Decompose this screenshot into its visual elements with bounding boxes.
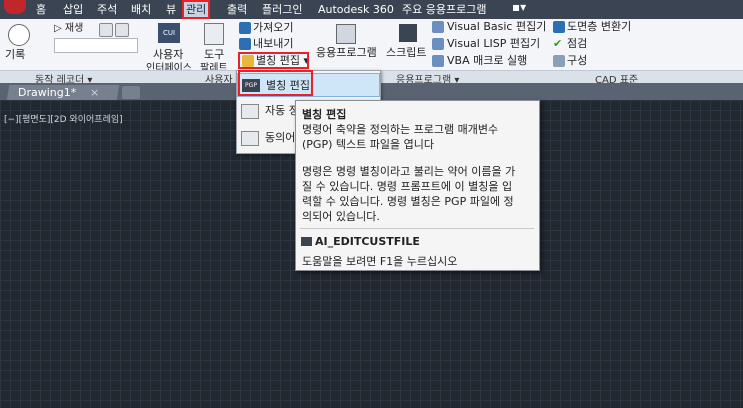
menu-autodesk360[interactable]: Autodesk 360: [318, 2, 394, 17]
command-icon: [301, 237, 312, 246]
tool-palette-button[interactable]: 도구: [204, 48, 224, 62]
tooltip-title: 별칭 편집: [302, 108, 347, 121]
user-interface-button[interactable]: 사용자: [153, 48, 183, 62]
menu-layout[interactable]: 배치: [131, 2, 151, 17]
tooltip-desc-line: 명령어 축약을 정의하는 프로그램 매개변수: [302, 123, 499, 136]
configure-button[interactable]: 구성: [567, 54, 587, 68]
tooltip-help: 도움말을 보려면 F1을 누르십시오: [302, 255, 458, 268]
visual-basic-editor-button[interactable]: Visual Basic 편집기: [447, 20, 546, 34]
alias-edit-highlight: [238, 52, 309, 69]
run-script-button[interactable]: 스크립트: [386, 46, 426, 60]
auto-correct-icon: [241, 104, 259, 119]
visual-lisp-icon: [432, 38, 444, 50]
menu-more-icon[interactable]: ▪▾: [512, 0, 526, 15]
menu-output[interactable]: 출력: [227, 2, 247, 17]
visual-basic-icon: [432, 21, 444, 33]
vba-macro-button[interactable]: VBA 매크로 실행: [447, 54, 527, 68]
tooltip-body-line: 력할 수 있습니다. 명령 별칭은 PGP 파일에 정: [302, 195, 514, 208]
tooltip: 별칭 편집 명령어 축약을 정의하는 프로그램 매개변수 (PGP) 텍스트 파…: [295, 100, 540, 271]
export-button[interactable]: 내보내기: [253, 37, 293, 51]
run-script-icon[interactable]: [399, 24, 417, 42]
menu-home[interactable]: 홈: [36, 2, 46, 17]
import-icon: [239, 22, 251, 34]
play-button[interactable]: ▷ 재생: [54, 22, 83, 36]
viewport-controls[interactable]: [−][평면도][2D 와이어프레임]: [4, 112, 123, 125]
tooltip-body-line: 질 수 있습니다. 명령 프롬프트에 이 별칭을 입: [302, 180, 513, 193]
menu-insert[interactable]: 삽입: [63, 2, 83, 17]
menu-featured-apps[interactable]: 주요 응용프로그램: [402, 2, 486, 17]
file-tab-drawing1[interactable]: Drawing1* ×: [6, 85, 120, 100]
export-icon: [239, 38, 251, 50]
record-icon[interactable]: [8, 24, 30, 46]
tooltip-command: AI_EDITCUSTFILE: [315, 235, 420, 248]
load-application-icon[interactable]: [336, 24, 356, 44]
menu-plugins[interactable]: 플러그인: [262, 2, 302, 17]
tooltip-desc-line: (PGP) 텍스트 파일을 엽니다: [302, 138, 434, 151]
macro-select[interactable]: [54, 38, 138, 53]
vba-icon: [432, 55, 444, 67]
new-tab-button[interactable]: [122, 86, 140, 99]
menu-view[interactable]: 뷰: [166, 2, 176, 17]
import-button[interactable]: 가져오기: [253, 21, 293, 35]
layer-translator-icon: [553, 21, 565, 33]
visual-lisp-editor-button[interactable]: Visual LISP 편집기: [447, 37, 540, 51]
close-icon[interactable]: ×: [90, 85, 99, 100]
menu-manage[interactable]: 관리: [181, 0, 211, 19]
application-menu-button[interactable]: [4, 0, 26, 14]
check-button[interactable]: 점검: [567, 37, 587, 51]
configure-icon: [553, 55, 565, 67]
tooltip-body-line: 의되어 있습니다.: [302, 210, 380, 223]
tooltip-body-line: 명령은 명령 별칭이라고 불리는 약어 이름을 가: [302, 165, 516, 178]
selected-item-highlight: [238, 70, 313, 96]
record-button[interactable]: 기록: [5, 48, 25, 62]
record-option-icon[interactable]: [99, 23, 113, 37]
synonyms-icon: [241, 131, 259, 146]
record-option2-icon[interactable]: [115, 23, 129, 37]
load-application-button[interactable]: 응용프로그램: [316, 46, 377, 60]
check-icon: ✔: [553, 37, 563, 50]
tool-palette-icon[interactable]: [204, 23, 224, 45]
layer-translator-button[interactable]: 도면층 변환기: [567, 20, 631, 34]
menu-annotate[interactable]: 주석: [97, 2, 117, 17]
tooltip-separator: [300, 228, 534, 229]
user-interface-icon[interactable]: CUI: [158, 23, 180, 43]
